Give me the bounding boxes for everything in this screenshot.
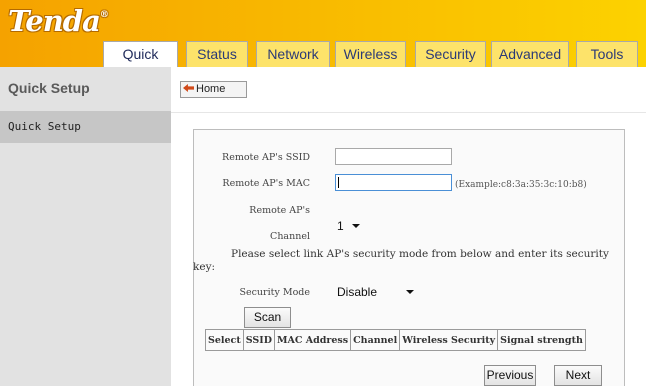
tab-advanced[interactable]: Advanced bbox=[491, 41, 569, 67]
registered-mark: ® bbox=[99, 10, 109, 20]
channel-label-line1: Remote AP's bbox=[249, 205, 310, 216]
sidebar-item-quick-setup[interactable]: Quick Setup bbox=[0, 111, 171, 143]
col-select: Select bbox=[205, 329, 244, 351]
header-bar: Tenda® Quick Setup Status Network Wirele… bbox=[0, 0, 646, 87]
tab-security[interactable]: Security bbox=[415, 41, 486, 67]
ssid-label: Remote AP's SSID bbox=[222, 152, 310, 163]
mac-label: Remote AP's MAC bbox=[222, 178, 310, 189]
channel-select[interactable]: 1 bbox=[333, 217, 363, 235]
tenda-logo: Tenda® bbox=[8, 4, 109, 38]
divider bbox=[171, 112, 646, 113]
scan-button[interactable]: Scan bbox=[244, 307, 291, 328]
home-arrow-icon bbox=[183, 84, 194, 92]
tab-network[interactable]: Network bbox=[256, 41, 330, 67]
col-ssid: SSID bbox=[242, 329, 275, 351]
chevron-down-icon bbox=[406, 290, 414, 294]
channel-select-value: 1 bbox=[337, 219, 344, 233]
ssid-input[interactable] bbox=[335, 148, 452, 165]
col-mac-address: MAC Address bbox=[273, 329, 352, 351]
scan-results-table: Select SSID MAC Address Channel Wireless… bbox=[205, 329, 586, 351]
col-channel: Channel bbox=[350, 329, 401, 351]
previous-button[interactable]: Previous bbox=[484, 365, 536, 386]
sidebar-title: Quick Setup bbox=[8, 80, 90, 96]
security-instruction-text: Please select link AP's security mode fr… bbox=[193, 248, 609, 273]
tab-tools[interactable]: Tools bbox=[576, 41, 638, 67]
tab-status[interactable]: Status bbox=[186, 41, 248, 67]
security-mode-value: Disable bbox=[337, 285, 378, 299]
home-button[interactable]: Home bbox=[180, 81, 247, 98]
tab-quick-setup[interactable]: Quick Setup bbox=[103, 41, 178, 87]
mac-input[interactable] bbox=[335, 174, 452, 191]
channel-label-line2: Channel bbox=[270, 231, 310, 242]
col-signal-strength: Signal strength bbox=[497, 329, 586, 351]
table-header-row: Select SSID MAC Address Channel Wireless… bbox=[205, 329, 586, 351]
security-mode-label: Security Mode bbox=[239, 287, 310, 298]
chevron-down-icon bbox=[352, 224, 360, 228]
col-wireless-security: Wireless Security bbox=[399, 329, 499, 351]
home-button-label: Home bbox=[196, 83, 226, 95]
text-caret bbox=[338, 177, 339, 188]
tab-wireless[interactable]: Wireless bbox=[335, 41, 406, 67]
logo-text: Tenda bbox=[8, 4, 101, 38]
security-mode-select[interactable]: Disable bbox=[333, 283, 417, 301]
mac-example-hint: (Example:c8:3a:35:3c:10:b8) bbox=[455, 180, 587, 190]
next-button[interactable]: Next bbox=[554, 365, 602, 386]
